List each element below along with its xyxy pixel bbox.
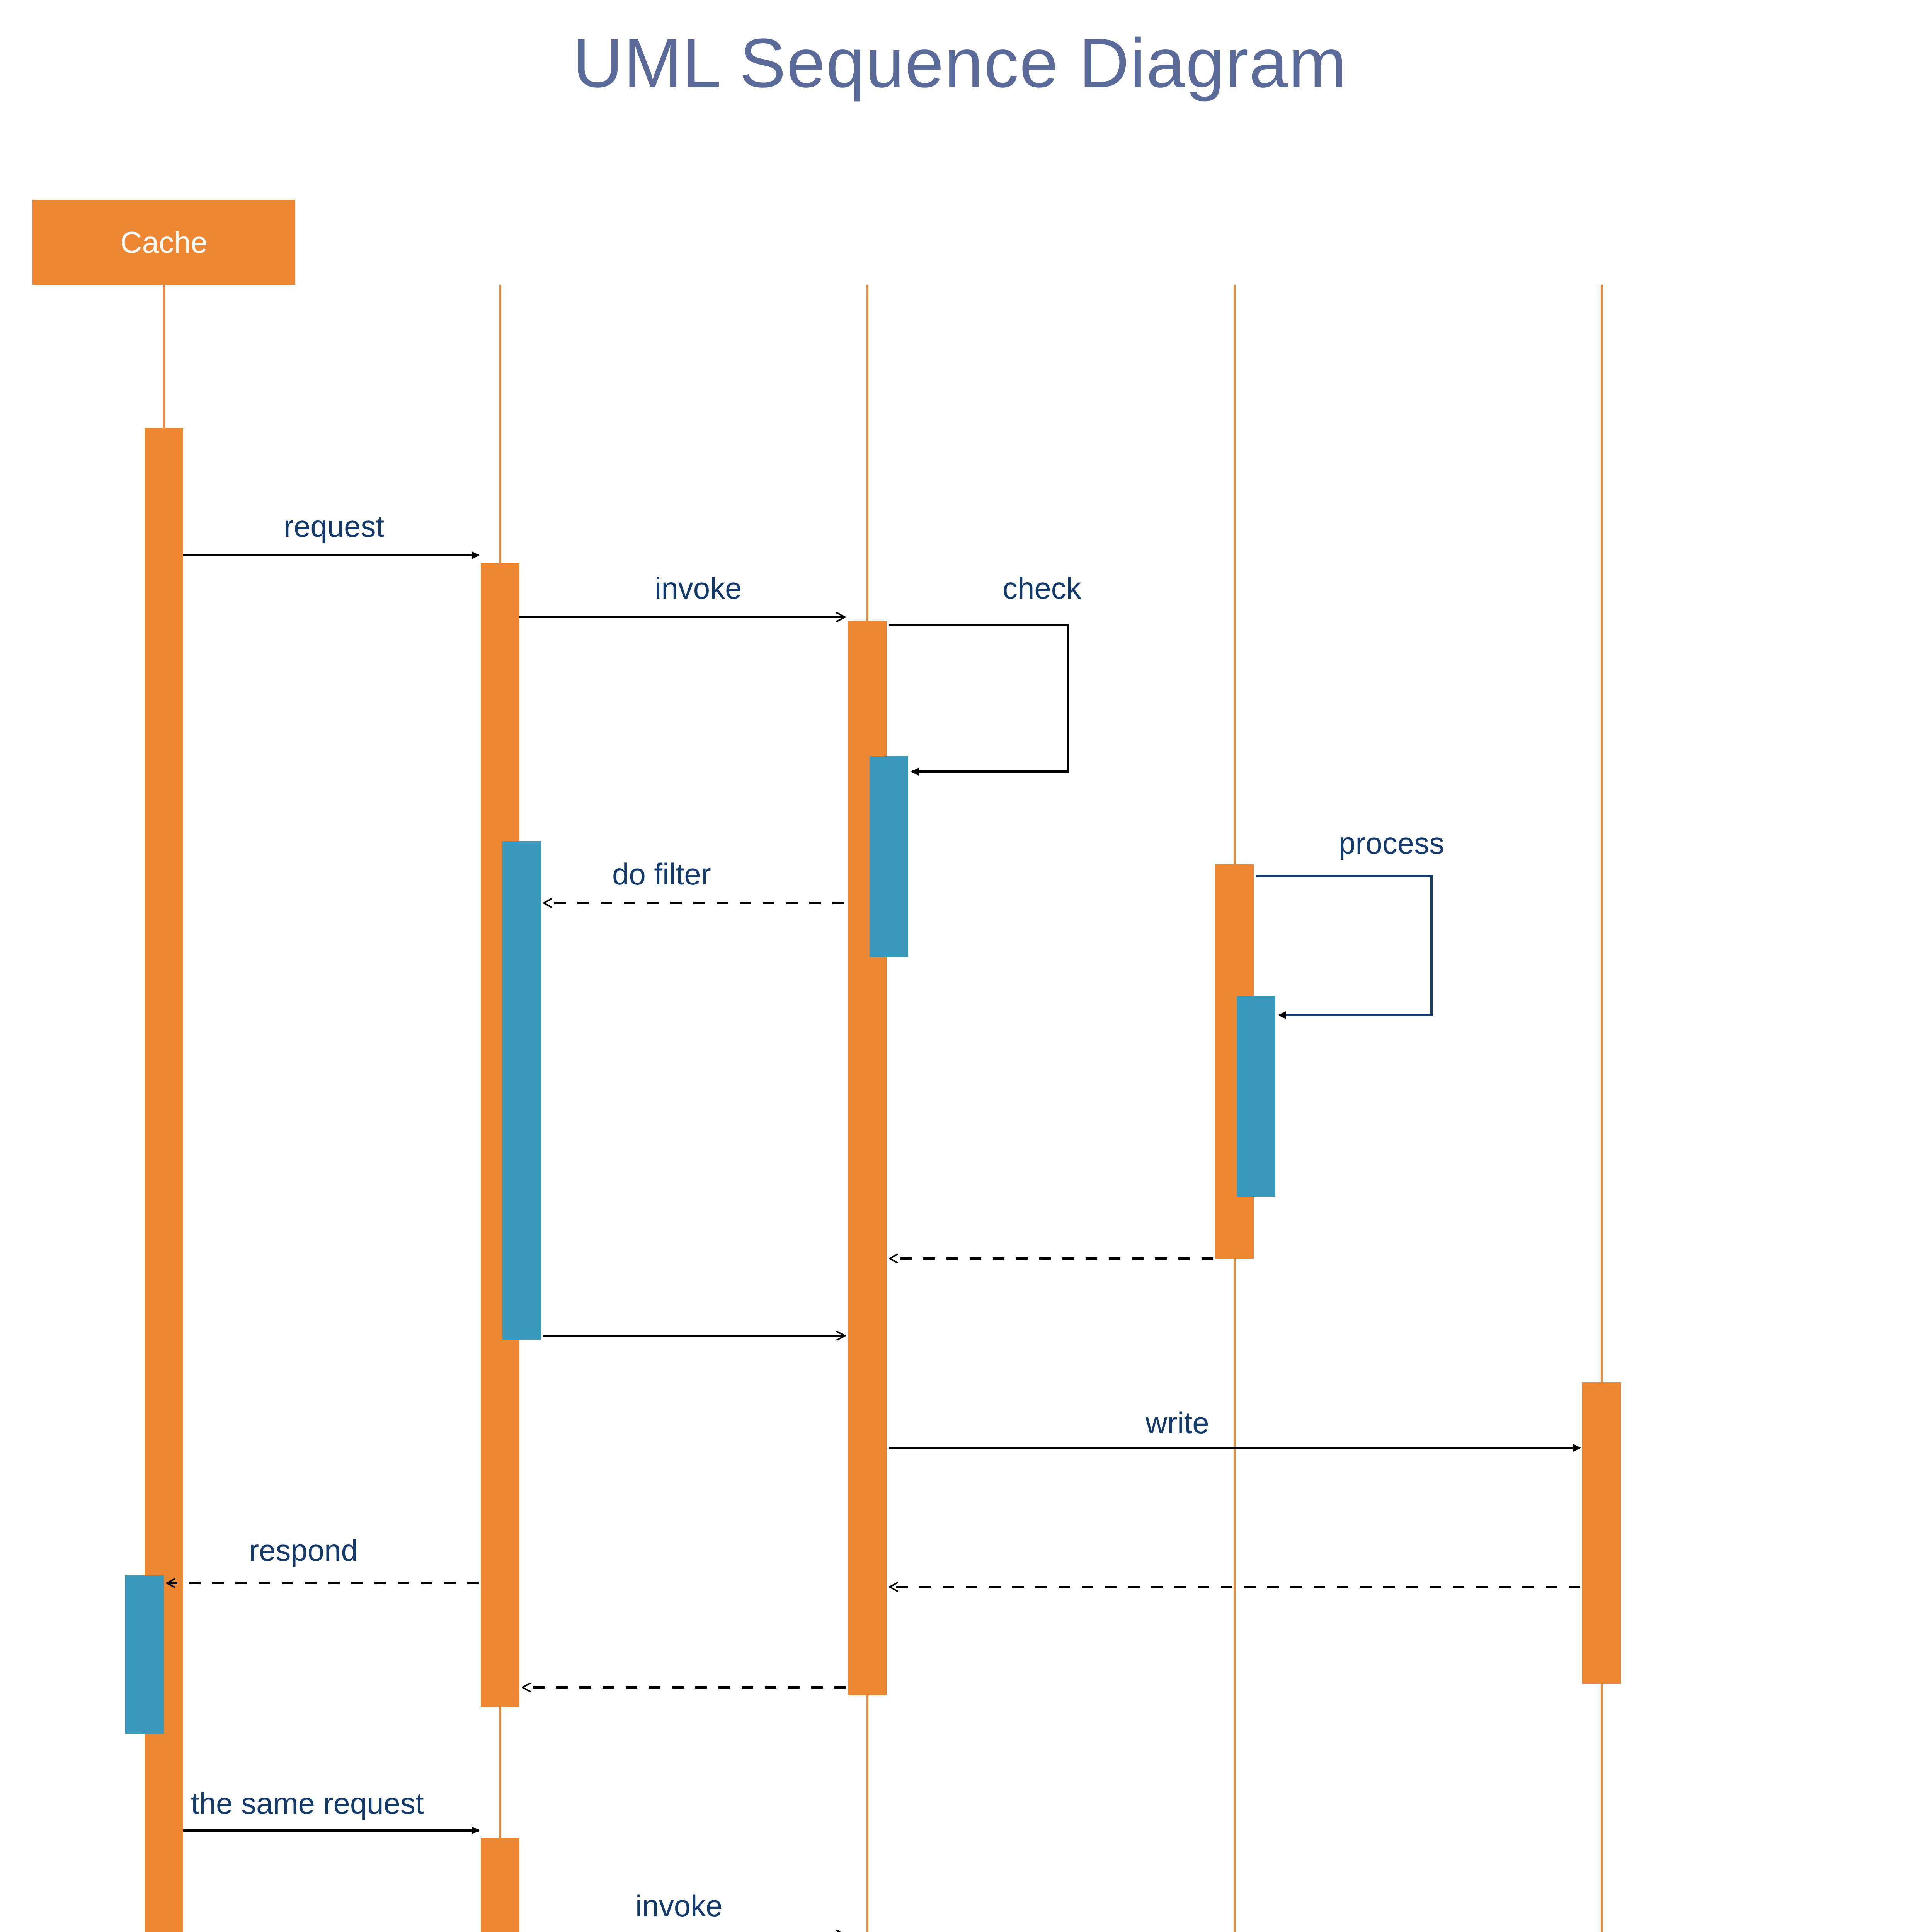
participant-cache: Cache <box>32 200 295 285</box>
label-invoke2: invoke <box>635 1888 722 1923</box>
label-dofilter: do filter <box>612 857 711 892</box>
label-respond: respond <box>249 1533 358 1568</box>
activation-filter-nested1 <box>870 756 908 957</box>
label-check1: check <box>1003 571 1081 606</box>
activation-client-respond <box>125 1575 164 1734</box>
diagram-title: UML Sequence Diagram <box>15 23 1905 103</box>
activation-target-nested <box>1237 996 1275 1197</box>
label-invoke1: invoke <box>655 571 742 606</box>
label-process: process <box>1339 826 1444 861</box>
label-write: write <box>1146 1405 1209 1440</box>
activation-filterchain-2a <box>481 1838 519 1932</box>
activation-filterchain-nested <box>502 841 541 1340</box>
label-request: request <box>284 509 384 544</box>
sequence-diagram: Client FilterChain Filter Target Cache r… <box>32 200 1888 1932</box>
activation-cache-1 <box>1582 1382 1621 1684</box>
label-samerequest: the same request <box>191 1786 424 1821</box>
lifeline-cache <box>1601 285 1603 1932</box>
